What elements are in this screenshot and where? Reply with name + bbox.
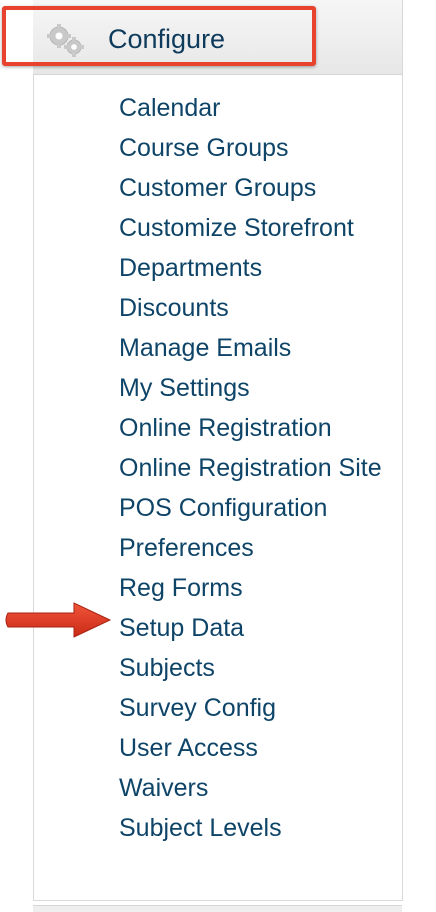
menu-item-preferences[interactable]: Preferences <box>119 532 394 564</box>
menu-item-online-registration[interactable]: Online Registration <box>119 412 394 444</box>
menu-item-pos-configuration[interactable]: POS Configuration <box>119 492 394 524</box>
configure-menu-page: Configure Calendar Course Groups Custome… <box>0 0 436 912</box>
menu-item-calendar[interactable]: Calendar <box>119 92 394 124</box>
menu-item-waivers[interactable]: Waivers <box>119 772 394 804</box>
menu-item-online-registration-site[interactable]: Online Registration Site <box>119 452 394 484</box>
menu-item-subject-levels[interactable]: Subject Levels <box>119 812 394 844</box>
configure-title[interactable]: Configure <box>108 22 225 56</box>
gears-icon <box>46 24 88 58</box>
menu-item-course-groups[interactable]: Course Groups <box>119 132 394 164</box>
menu-item-my-settings[interactable]: My Settings <box>119 372 394 404</box>
menu-item-setup-data[interactable]: Setup Data <box>119 612 394 644</box>
menu-item-customer-groups[interactable]: Customer Groups <box>119 172 394 204</box>
menu-item-customize-storefront[interactable]: Customize Storefront <box>119 212 394 244</box>
menu-item-manage-emails[interactable]: Manage Emails <box>119 332 394 364</box>
menu-item-subjects[interactable]: Subjects <box>119 652 394 684</box>
menu-item-departments[interactable]: Departments <box>119 252 394 284</box>
next-section-edge <box>33 905 402 912</box>
menu-item-discounts[interactable]: Discounts <box>119 292 394 324</box>
red-arrow-annotation <box>4 600 114 640</box>
configure-menu-list: Calendar Course Groups Customer Groups C… <box>119 92 394 852</box>
menu-item-survey-config[interactable]: Survey Config <box>119 692 394 724</box>
menu-item-user-access[interactable]: User Access <box>119 732 394 764</box>
menu-item-reg-forms[interactable]: Reg Forms <box>119 572 394 604</box>
